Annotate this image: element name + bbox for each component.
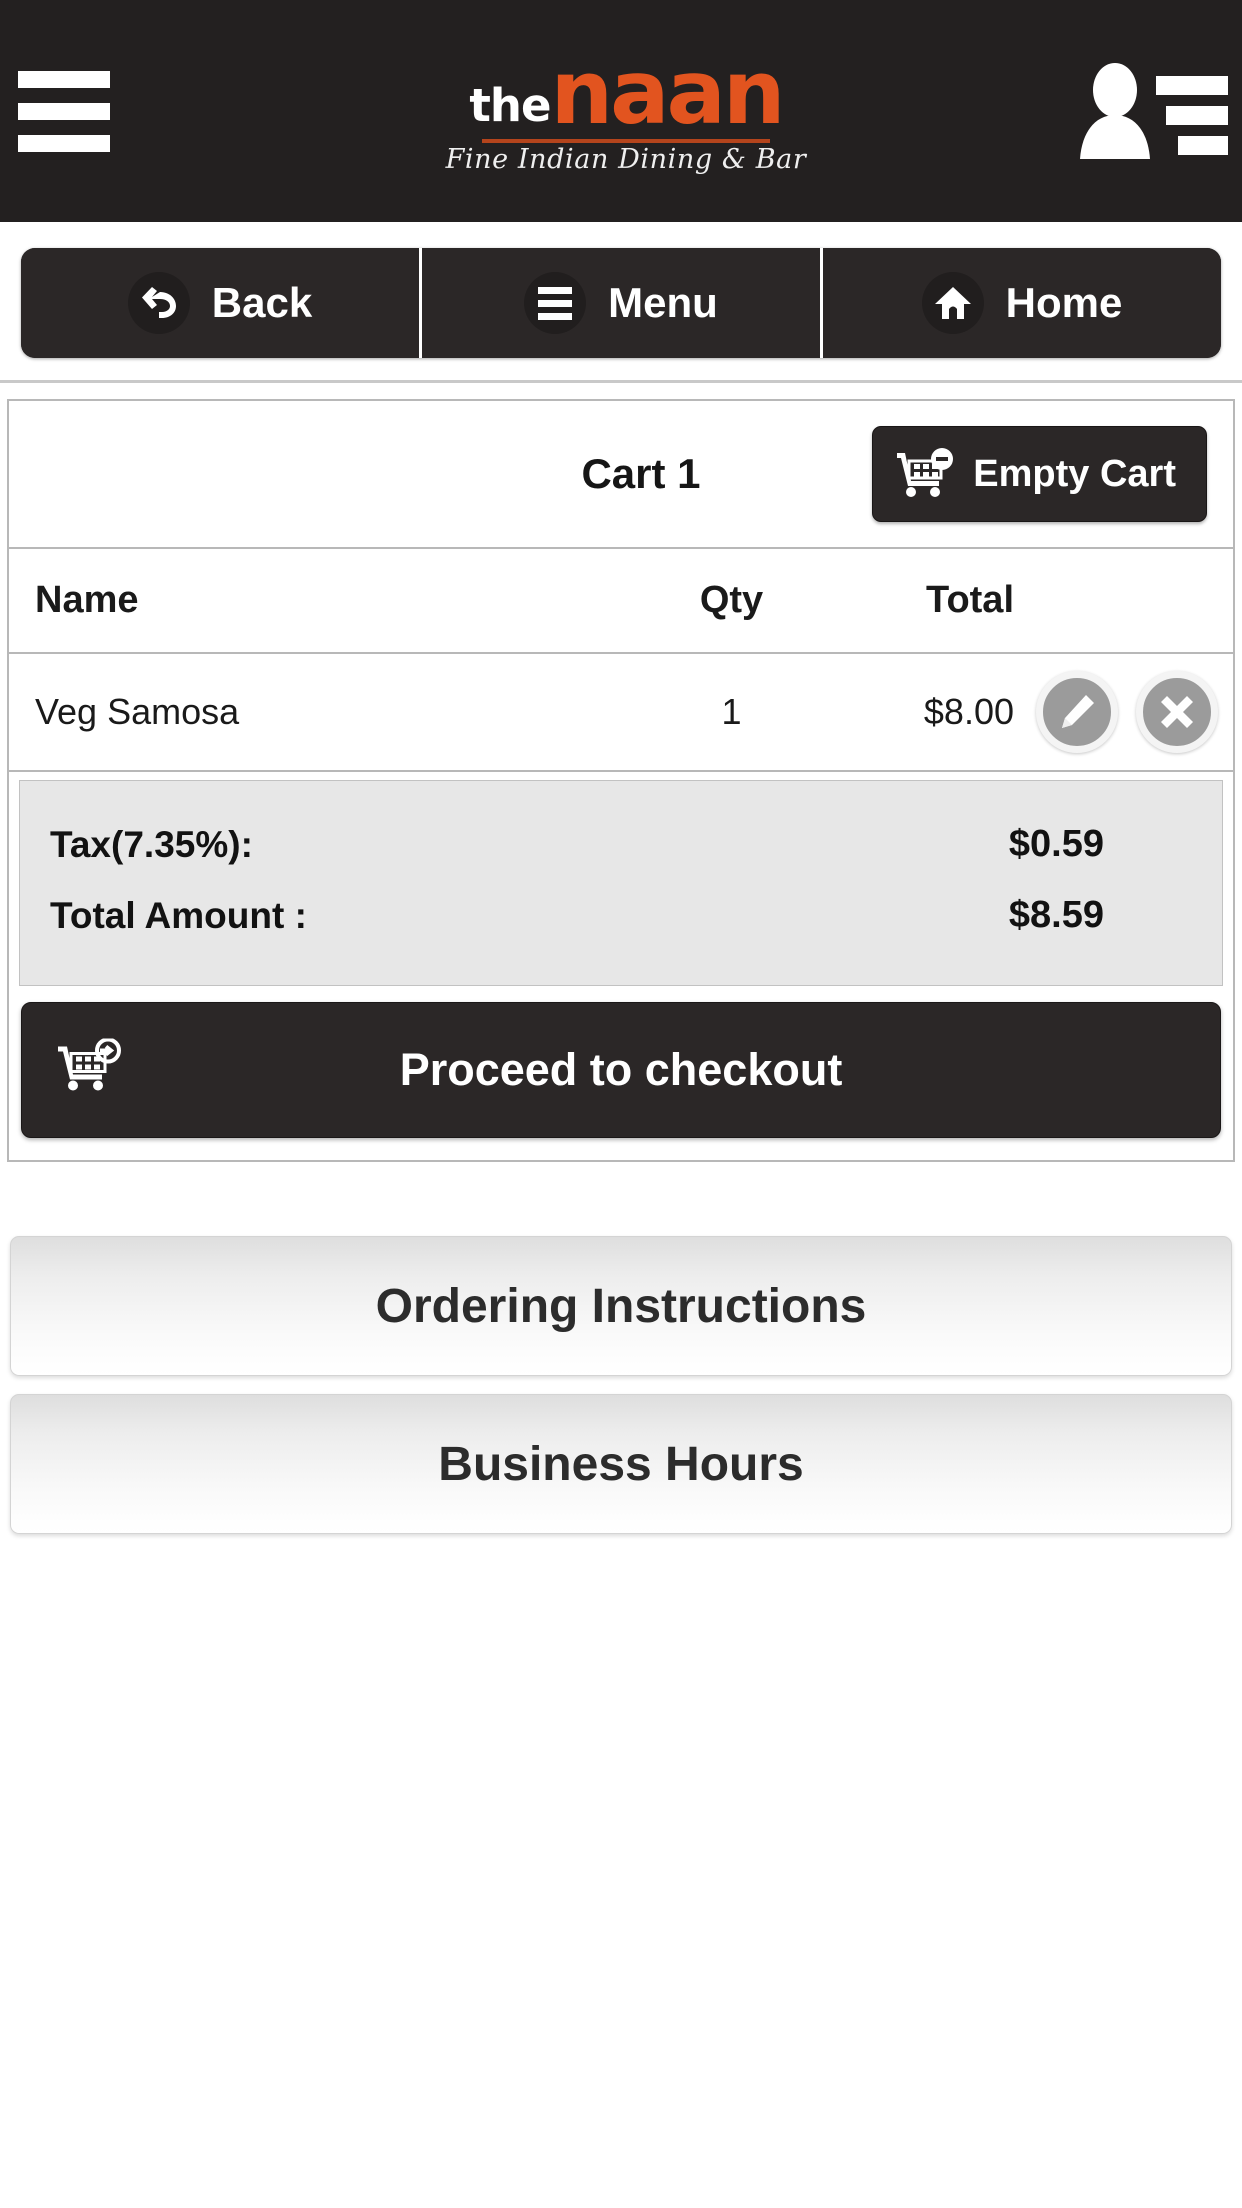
logo-the-text: the (469, 79, 551, 132)
home-icon (921, 272, 984, 334)
list-bar (1166, 106, 1228, 125)
brand-logo[interactable]: thenaan Fine Indian Dining & Bar (445, 49, 807, 175)
nav-toolbar-container: Back Menu Home (0, 222, 1242, 380)
app-header: thenaan Fine Indian Dining & Bar (0, 0, 1242, 222)
column-header-name: Name (35, 579, 139, 621)
logo-tagline: Fine Indian Dining & Bar (445, 144, 807, 175)
item-name: Veg Samosa (35, 691, 240, 732)
delete-item-button[interactable] (1136, 671, 1218, 753)
cart-header: Cart 1 Empty Cart (9, 401, 1233, 549)
logo-naan-text: naan (550, 41, 786, 144)
item-qty: 1 (721, 691, 742, 732)
cart-arrow-icon (56, 1037, 122, 1102)
hamburger-bar (538, 312, 573, 320)
contact-list-icon (1156, 76, 1228, 159)
hamburger-bar (18, 134, 110, 152)
total-amount-row: Total Amount : $8.59 (50, 880, 1192, 951)
menu-button[interactable]: Menu (422, 248, 823, 358)
item-total: $8.00 (923, 691, 1014, 732)
hamburger-bar (18, 102, 110, 120)
tax-value: $0.59 (1008, 823, 1104, 865)
proceed-to-checkout-button[interactable]: Proceed to checkout (21, 1002, 1221, 1138)
list-bar (1178, 136, 1228, 155)
cart-items-table: Name Qty Total Veg Samosa 1 $8.00 (9, 549, 1233, 772)
ordering-instructions-label: Ordering Instructions (375, 1279, 867, 1333)
cart-table-header: Name Qty Total (9, 549, 1233, 654)
table-row: Veg Samosa 1 $8.00 (9, 654, 1233, 772)
cart-minus-icon (897, 448, 954, 497)
home-button-label: Home (1005, 279, 1123, 326)
column-header-qty: Qty (699, 579, 764, 621)
section-divider (0, 380, 1242, 383)
hamburger-bar (538, 286, 573, 294)
nav-toolbar: Back Menu Home (21, 248, 1221, 358)
user-account-icon (1080, 63, 1150, 159)
hamburger-menu-icon (524, 272, 587, 334)
tax-row: Tax(7.35%): $0.59 (50, 809, 1192, 880)
cart-panel: Cart 1 Empty Cart Name Qty Total Veg Sam… (7, 399, 1235, 1162)
logo-wordmark: thenaan (446, 49, 807, 137)
home-button[interactable]: Home (823, 248, 1221, 358)
item-actions (1014, 671, 1233, 753)
account-menu-button[interactable] (1076, 63, 1228, 159)
business-hours-panel[interactable]: Business Hours (10, 1394, 1232, 1534)
checkout-label: Proceed to checkout (399, 1044, 843, 1095)
column-header-total: Total (926, 579, 1014, 621)
ordering-instructions-panel[interactable]: Ordering Instructions (10, 1236, 1232, 1376)
cart-totals: Tax(7.35%): $0.59 Total Amount : $8.59 (19, 780, 1223, 986)
empty-cart-label: Empty Cart (973, 452, 1176, 495)
empty-cart-button[interactable]: Empty Cart (872, 426, 1207, 522)
edit-item-button[interactable] (1036, 671, 1118, 753)
info-panels: Ordering Instructions Business Hours (0, 1162, 1242, 1534)
business-hours-label: Business Hours (438, 1437, 804, 1491)
tax-label: Tax(7.35%): (50, 823, 253, 865)
hamburger-menu-icon[interactable] (18, 70, 110, 152)
close-x-icon (1161, 696, 1193, 728)
total-amount-label: Total Amount : (50, 894, 307, 936)
back-button-label: Back (211, 279, 313, 326)
total-amount-value: $8.59 (1008, 894, 1104, 936)
menu-button-label: Menu (608, 279, 718, 326)
undo-arrow-icon (127, 272, 190, 334)
checkout-container: Proceed to checkout (9, 996, 1233, 1160)
pencil-edit-icon (1062, 695, 1094, 728)
back-button[interactable]: Back (21, 248, 422, 358)
hamburger-bar (538, 299, 573, 307)
hamburger-bar (18, 70, 110, 88)
list-bar (1156, 76, 1228, 95)
